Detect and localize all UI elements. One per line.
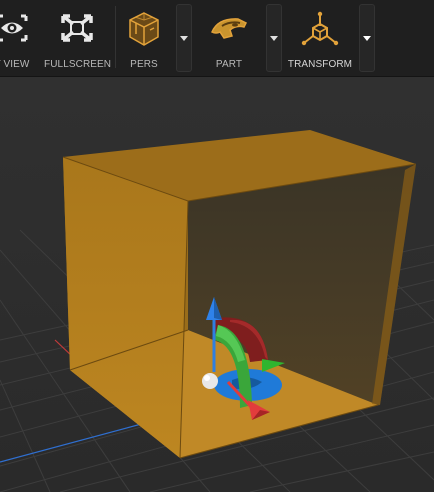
toolbar-button-view[interactable]: T VIEW xyxy=(0,0,38,76)
toolbar-button-perspective[interactable]: PERS xyxy=(118,0,170,76)
toolbar-button-fullscreen[interactable]: FULLSCREEN xyxy=(44,0,112,76)
toolbar-label: PART xyxy=(215,59,243,70)
transform-gizmo-icon xyxy=(301,11,339,46)
eye-icon xyxy=(0,14,28,42)
toolbar-label: FULLSCREEN xyxy=(44,59,112,70)
gizmo-center-handle[interactable] xyxy=(202,373,218,389)
toolbar-button-part[interactable]: PART xyxy=(198,0,260,76)
top-toolbar: T VIEW FULLSCREEN PERS xyxy=(0,0,434,77)
caret-down-icon xyxy=(180,35,188,41)
caret-down-icon xyxy=(270,35,278,41)
toolbar-label: TRANSFORM xyxy=(287,59,353,70)
fullscreen-icon xyxy=(61,14,93,42)
perspective-cube-icon xyxy=(129,12,159,46)
transform-dropdown-button[interactable] xyxy=(359,4,375,72)
perspective-dropdown-button[interactable] xyxy=(176,4,192,72)
3d-viewport[interactable] xyxy=(0,77,434,492)
toolbar-button-transform[interactable]: TRANSFORM xyxy=(285,0,355,76)
toolbar-label: PERS xyxy=(130,59,158,70)
toolbar-separator xyxy=(115,6,116,68)
part-dropdown-button[interactable] xyxy=(266,4,282,72)
toolbar-label: T VIEW xyxy=(0,59,30,70)
part-icon xyxy=(211,18,248,39)
caret-down-icon xyxy=(363,35,371,41)
